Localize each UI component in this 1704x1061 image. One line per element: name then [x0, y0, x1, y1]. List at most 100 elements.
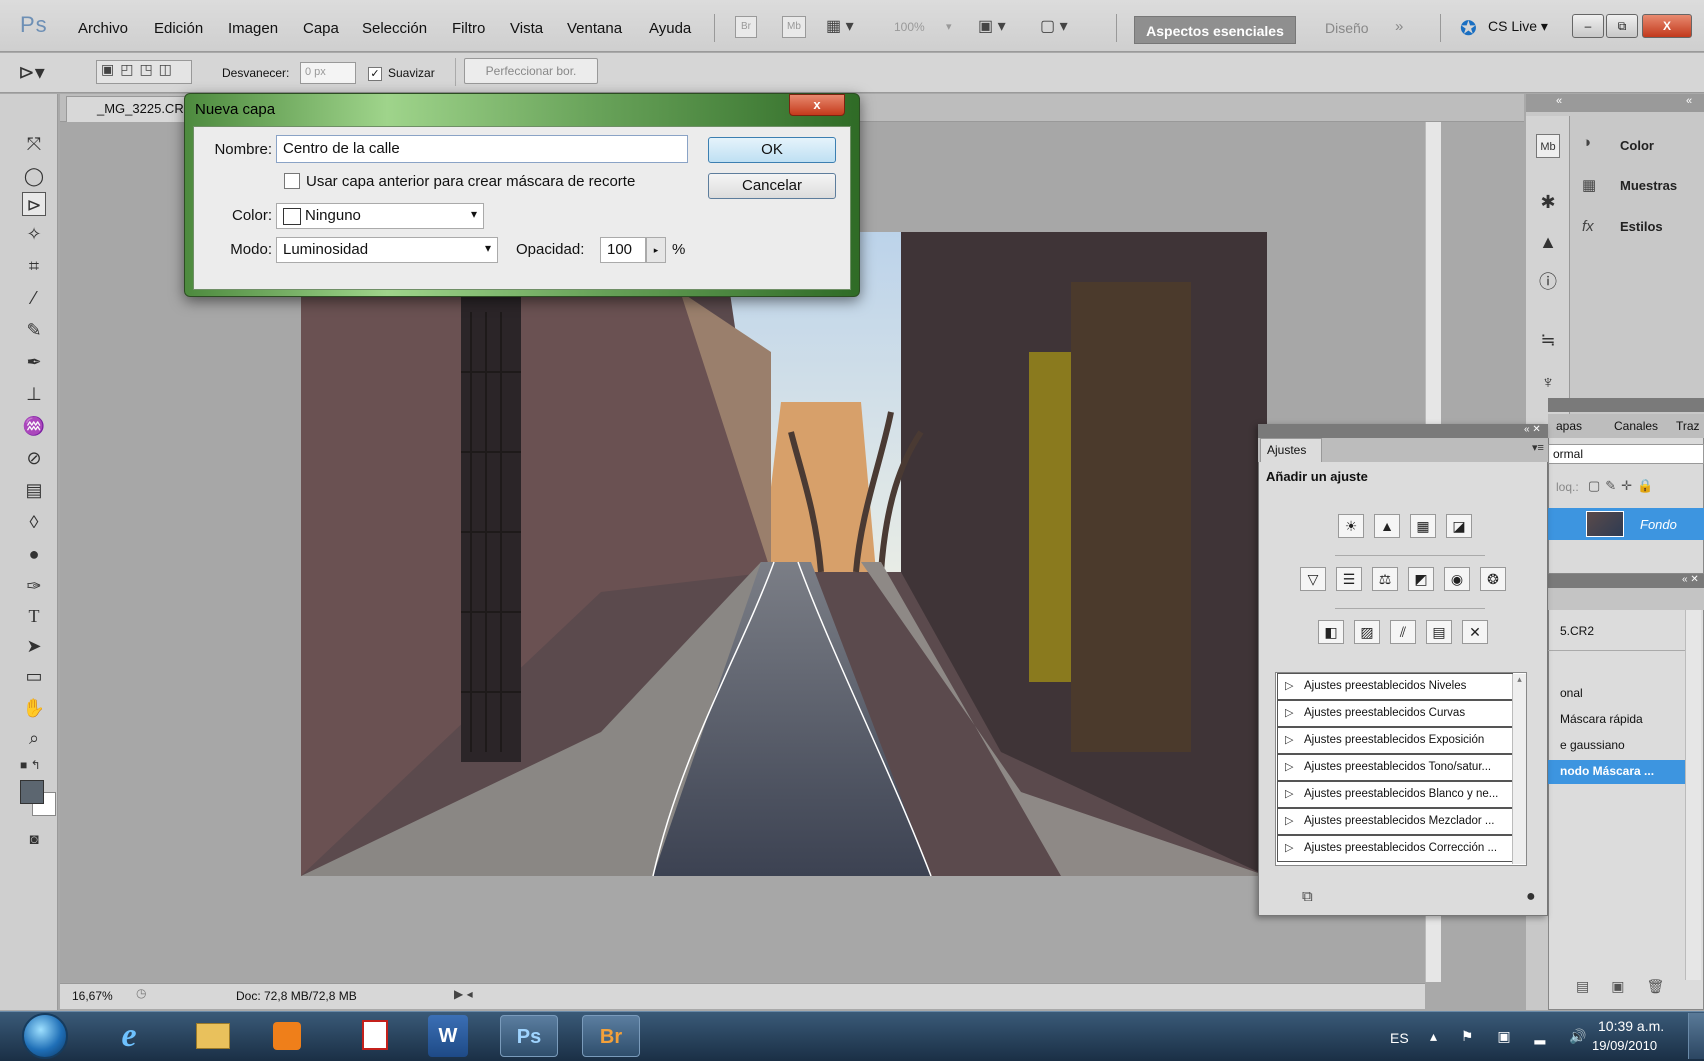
- tab-paths[interactable]: Traz: [1676, 419, 1700, 433]
- menu-edicion[interactable]: Edición: [154, 20, 203, 37]
- invert-icon[interactable]: ◧: [1318, 620, 1344, 644]
- menu-ventana[interactable]: Ventana: [567, 20, 622, 37]
- posterize-icon[interactable]: ▨: [1354, 620, 1380, 644]
- tab-adjustments[interactable]: Ajustes: [1260, 438, 1322, 462]
- zoom-level-dropdown[interactable]: 100%: [894, 20, 925, 34]
- color-panel-link[interactable]: Color: [1620, 138, 1654, 153]
- layer-name[interactable]: Fondo: [1640, 517, 1677, 532]
- internet-explorer-icon[interactable]: e: [100, 1015, 158, 1057]
- channel-mixer-icon[interactable]: ❂: [1480, 567, 1506, 591]
- healing-brush-tool-icon[interactable]: ✎: [22, 318, 46, 342]
- history-item[interactable]: e gaussiano: [1560, 738, 1625, 752]
- word-icon[interactable]: W: [428, 1015, 468, 1057]
- preset-item-exposure[interactable]: ▷ Ajustes preestablecidos Exposición: [1277, 727, 1513, 754]
- vibrance-icon[interactable]: ▽: [1300, 567, 1326, 591]
- collapse-dock-icon[interactable]: «: [1556, 95, 1562, 107]
- history-brush-tool-icon[interactable]: ♒: [22, 414, 46, 438]
- quick-mask-icon[interactable]: ◙: [22, 828, 46, 852]
- zoom-tool-icon[interactable]: ⌕: [22, 726, 46, 750]
- layer-row-fondo[interactable]: [1548, 508, 1704, 540]
- history-footer-icons[interactable]: ▤▣🗑: [1576, 978, 1686, 995]
- color-balance-icon[interactable]: ⚖: [1372, 567, 1398, 591]
- info-panel-icon[interactable]: ⓘ: [1536, 270, 1560, 294]
- adjustment-options-icon[interactable]: ●: [1526, 888, 1536, 906]
- workspace-essentials-button[interactable]: Aspectos esenciales: [1134, 16, 1296, 44]
- menu-seleccion[interactable]: Selección: [362, 20, 427, 37]
- blur-tool-icon[interactable]: ◊: [22, 510, 46, 534]
- brush-presets-panel-icon[interactable]: ≒: [1536, 328, 1560, 352]
- history-close-icon[interactable]: « ✕: [1682, 574, 1699, 585]
- eraser-tool-icon[interactable]: ⊘: [22, 446, 46, 470]
- minibridge-panel-icon[interactable]: Mb: [1536, 134, 1560, 158]
- explorer-folder-icon[interactable]: [184, 1015, 242, 1057]
- tab-channels[interactable]: Canales: [1614, 419, 1658, 433]
- clipping-mask-checkbox[interactable]: [284, 173, 300, 192]
- swatches-panel-icon[interactable]: ▦: [1582, 176, 1604, 196]
- polygonal-lasso-preset-icon[interactable]: ⊳▾: [18, 60, 45, 85]
- status-info-icon[interactable]: ◷: [136, 986, 146, 1000]
- screen-mode-icon[interactable]: ▢ ▾: [1040, 16, 1084, 38]
- bridge-taskbar-button[interactable]: Br: [582, 1015, 640, 1057]
- clock-time[interactable]: 10:39 a.m.: [1598, 1018, 1664, 1034]
- status-menu-arrow-icon[interactable]: ▶ ◂: [454, 987, 473, 1001]
- lasso-tool-icon[interactable]: ⊳: [22, 192, 46, 216]
- dodge-tool-icon[interactable]: ●: [22, 542, 46, 566]
- collapse-panels-icon[interactable]: «: [1686, 95, 1692, 107]
- foreground-color-swatch[interactable]: [20, 780, 44, 804]
- workspace-more-button[interactable]: »: [1395, 18, 1403, 35]
- language-indicator[interactable]: ES: [1390, 1030, 1409, 1046]
- brush-tool-icon[interactable]: ✒: [22, 350, 46, 374]
- cs-live-menu[interactable]: CS Live ▾: [1488, 18, 1548, 35]
- minibridge-button[interactable]: Mb: [782, 16, 806, 38]
- threshold-icon[interactable]: ⫽: [1390, 620, 1416, 644]
- marquee-tool-icon[interactable]: ◯: [22, 164, 46, 188]
- photoshop-taskbar-button[interactable]: Ps: [500, 1015, 558, 1057]
- crop-tool-icon[interactable]: ⌗: [22, 254, 46, 278]
- antialias-checkbox[interactable]: ✓: [368, 65, 382, 81]
- system-tray-icons[interactable]: ▴ ⚑ ▣ ▂ 🔊: [1430, 1028, 1597, 1045]
- move-tool-icon[interactable]: ⤧: [22, 132, 46, 156]
- preset-item-curves[interactable]: ▷ Ajustes preestablecidos Curvas: [1277, 700, 1513, 727]
- selective-color-icon[interactable]: ✕: [1462, 620, 1488, 644]
- styles-panel-icon[interactable]: fx: [1582, 218, 1604, 238]
- color-panel-icon[interactable]: ◑: [1582, 134, 1604, 154]
- acrobat-icon[interactable]: [346, 1015, 404, 1057]
- swap-colors-icon[interactable]: ■ ↰: [20, 758, 41, 772]
- preset-item-levels[interactable]: ▷ Ajustes preestablecidos Niveles: [1277, 673, 1513, 700]
- hand-tool-icon[interactable]: ✋: [22, 696, 46, 720]
- menu-filtro[interactable]: Filtro: [452, 20, 485, 37]
- levels-icon[interactable]: ▲: [1374, 514, 1400, 538]
- quick-selection-tool-icon[interactable]: ✧: [22, 222, 46, 246]
- gradient-tool-icon[interactable]: ▤: [22, 478, 46, 502]
- menu-vista[interactable]: Vista: [510, 20, 543, 37]
- curves-icon[interactable]: ▦: [1410, 514, 1436, 538]
- clone-source-panel-icon[interactable]: ♆: [1536, 370, 1560, 394]
- swatches-panel-link[interactable]: Muestras: [1620, 178, 1677, 193]
- layer-name-input[interactable]: Centro de la calle: [276, 135, 688, 163]
- panel-menu-icon[interactable]: ▾≡: [1532, 441, 1544, 454]
- workspace-design-button[interactable]: Diseño: [1325, 20, 1369, 36]
- photo-filter-icon[interactable]: ◉: [1444, 567, 1470, 591]
- arrange-documents-icon[interactable]: ▣ ▾: [978, 16, 1022, 38]
- menu-capa[interactable]: Capa: [303, 20, 339, 37]
- preset-item-channel-mixer[interactable]: ▷ Ajustes preestablecidos Mezclador ...: [1277, 808, 1513, 835]
- bridge-button[interactable]: Br: [735, 16, 757, 38]
- color-select[interactable]: Ninguno ▾: [276, 203, 484, 229]
- exposure-icon[interactable]: ◪: [1446, 514, 1472, 538]
- feather-input[interactable]: 0 px: [300, 62, 356, 84]
- zoom-percentage[interactable]: 16,67%: [72, 989, 113, 1003]
- styles-panel-link[interactable]: Estilos: [1620, 219, 1663, 234]
- history-item[interactable]: Máscara rápida: [1560, 712, 1643, 726]
- maximize-button[interactable]: ⧉: [1606, 14, 1638, 38]
- extras-icon[interactable]: ▦ ▾: [826, 16, 866, 38]
- preset-item-hue-saturation[interactable]: ▷ Ajustes preestablecidos Tono/satur...: [1277, 754, 1513, 781]
- blend-mode-select[interactable]: Luminosidad ▾: [276, 237, 498, 263]
- preset-item-black-white[interactable]: ▷ Ajustes preestablecidos Blanco y ne...: [1277, 781, 1513, 808]
- cancel-button[interactable]: Cancelar: [708, 173, 836, 199]
- shape-tool-icon[interactable]: ▭: [22, 664, 46, 688]
- brightness-contrast-icon[interactable]: ☀: [1338, 514, 1364, 538]
- type-tool-icon[interactable]: T: [22, 604, 46, 628]
- histogram-panel-icon[interactable]: ▲: [1536, 230, 1560, 254]
- clock-date[interactable]: 19/09/2010: [1592, 1038, 1657, 1053]
- show-desktop-button[interactable]: [1688, 1013, 1704, 1059]
